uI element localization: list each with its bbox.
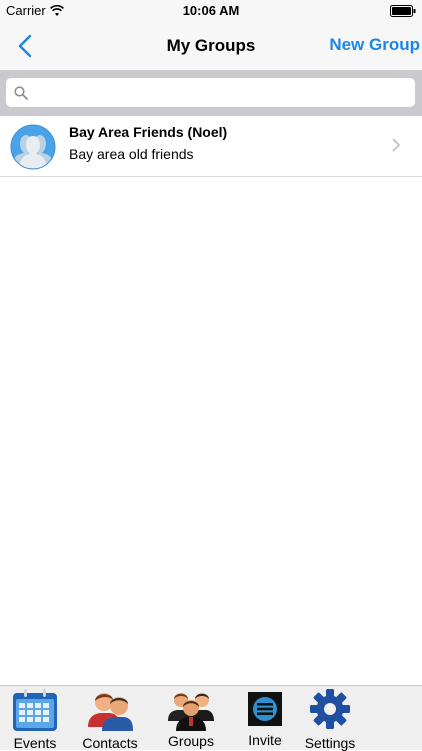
group-name: Bay Area Friends (Noel) [69, 124, 228, 140]
search-input[interactable] [6, 78, 415, 107]
chevron-right-icon [392, 138, 400, 152]
invite-icon [248, 692, 282, 726]
battery-icon [390, 5, 416, 17]
groups-icon [168, 693, 214, 731]
navigation-bar: My Groups New Group [0, 22, 422, 70]
calendar-icon [13, 689, 57, 731]
tab-events-label: Events [13, 735, 57, 751]
status-bar: Carrier 10:06 AM [0, 0, 422, 22]
tab-contacts-label: Contacts [82, 735, 138, 751]
tab-invite[interactable]: Invite [236, 686, 294, 751]
list-divider [0, 176, 422, 177]
tab-events[interactable]: Events [2, 686, 68, 751]
tab-settings-label: Settings [304, 735, 356, 751]
tab-settings[interactable]: Settings [298, 686, 362, 751]
search-bar [0, 70, 422, 116]
group-description: Bay area old friends [69, 146, 194, 162]
new-group-button[interactable]: New Group [329, 35, 420, 55]
tab-bar: Events Contacts Groups Invite Settings [0, 685, 422, 751]
tab-contacts[interactable]: Contacts [76, 686, 144, 751]
tab-groups-label: Groups [168, 733, 214, 749]
contacts-icon [88, 693, 133, 731]
clock: 10:06 AM [182, 3, 240, 18]
group-list-item[interactable]: Bay Area Friends (Noel) Bay area old fri… [0, 116, 422, 176]
group-avatar-icon [10, 124, 56, 170]
tab-groups[interactable]: Groups [158, 686, 224, 751]
search-icon [14, 86, 28, 100]
gear-icon [310, 689, 350, 729]
tab-invite-label: Invite [248, 732, 282, 748]
